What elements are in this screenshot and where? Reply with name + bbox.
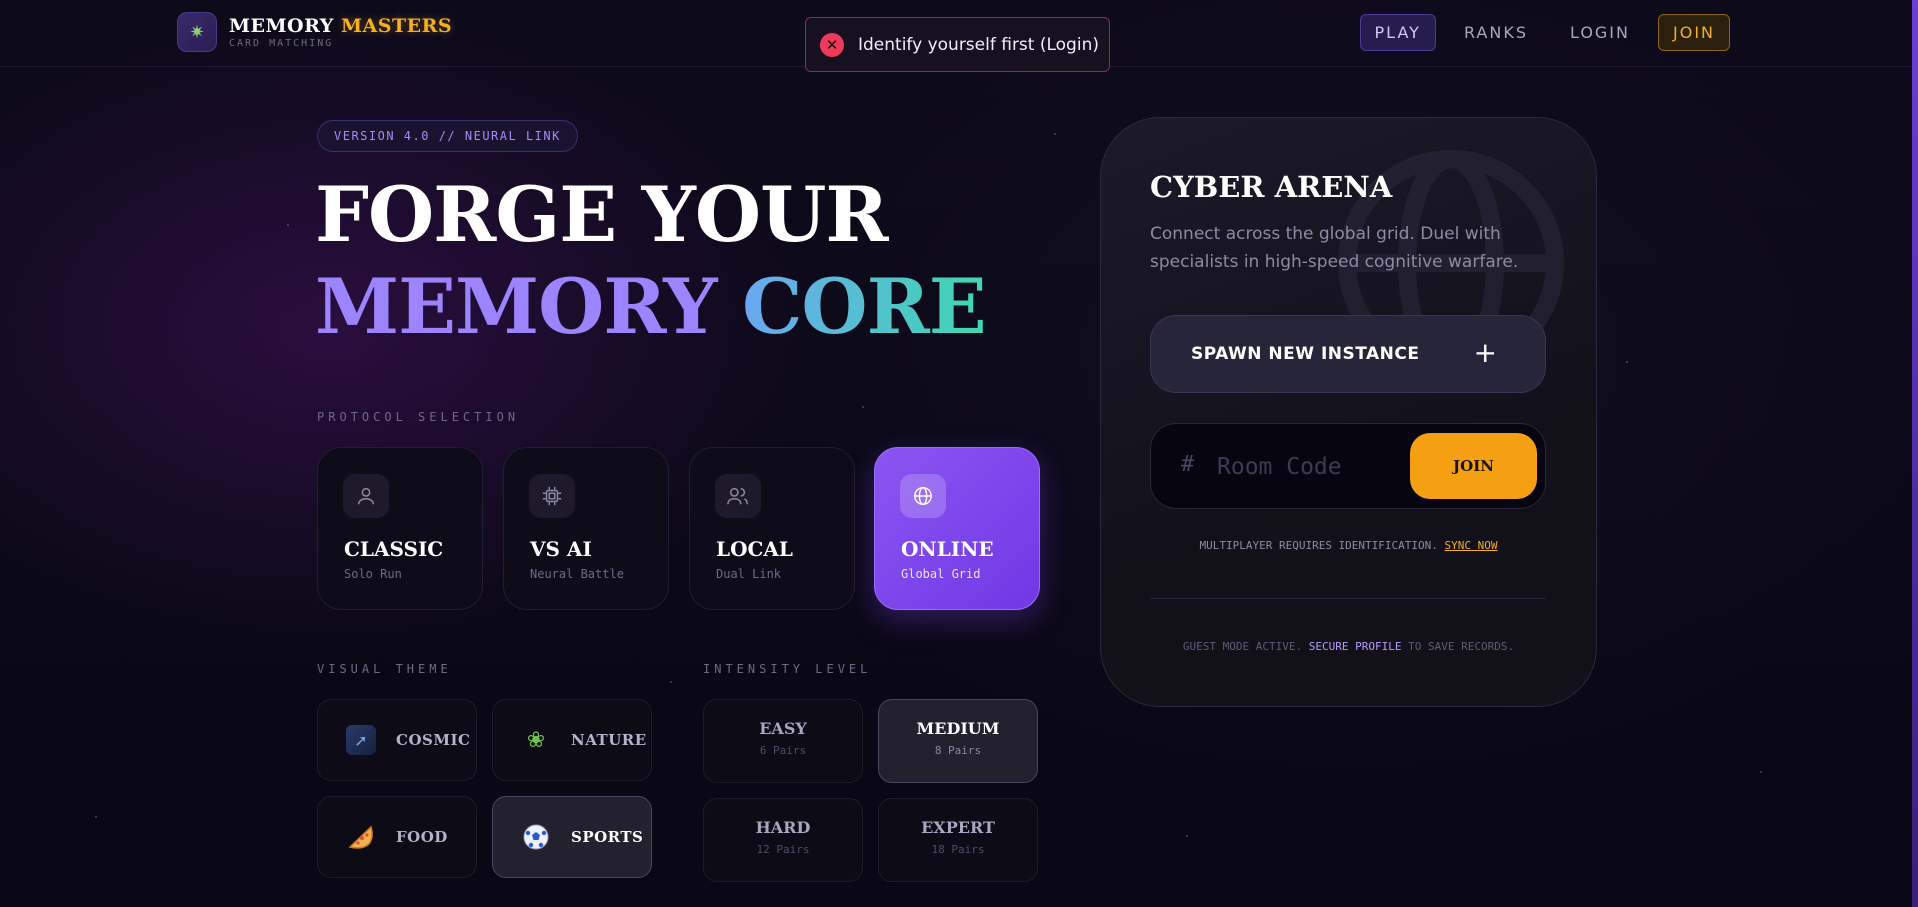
mode-card-classic[interactable]: CLASSIC Solo Run bbox=[317, 447, 483, 610]
puzzle-icon: ✷ bbox=[177, 12, 217, 52]
comet-icon: ➚ bbox=[346, 725, 376, 755]
star-decoration bbox=[1760, 771, 1762, 773]
nav-play[interactable]: PLAY bbox=[1359, 14, 1436, 51]
globe-icon bbox=[900, 474, 946, 518]
hero-title-line2: MEMORY CORE bbox=[315, 262, 987, 351]
pizza-icon bbox=[346, 822, 376, 852]
close-circle-icon[interactable]: ✕ bbox=[820, 32, 844, 57]
users-icon bbox=[715, 474, 761, 518]
star-decoration bbox=[95, 816, 97, 818]
brand[interactable]: ✷ MEMORY MASTERS CARD MATCHING bbox=[177, 12, 452, 52]
mode-card-vs-ai[interactable]: VS AI Neural Battle bbox=[503, 447, 669, 610]
mode-title: ONLINE bbox=[901, 537, 994, 561]
mode-subtitle: Global Grid bbox=[901, 567, 981, 581]
theme-card-food[interactable]: FOOD bbox=[317, 796, 477, 878]
hero-title-line1: FORGE YOUR bbox=[315, 170, 889, 259]
hero-word-core: CORE bbox=[741, 262, 987, 351]
plus-icon: + bbox=[1473, 336, 1497, 369]
room-code-group: # JOIN bbox=[1150, 423, 1546, 509]
level-subtitle: 8 Pairs bbox=[934, 744, 982, 757]
version-badge: VERSION 4.0 // NEURAL LINK bbox=[317, 120, 578, 152]
level-subtitle: 12 Pairs bbox=[756, 843, 810, 856]
arena-title: CYBER ARENA bbox=[1150, 170, 1393, 204]
intensity-label: INTENSITY LEVEL bbox=[703, 662, 872, 676]
level-title: EXPERT bbox=[921, 818, 995, 837]
level-card-expert[interactable]: EXPERT 18 Pairs bbox=[878, 798, 1038, 882]
level-card-easy[interactable]: EASY 6 Pairs bbox=[703, 699, 863, 783]
protocol-label: PROTOCOL SELECTION bbox=[317, 410, 520, 424]
mode-title: CLASSIC bbox=[344, 537, 444, 561]
theme-label: SPORTS bbox=[571, 828, 644, 846]
level-title: EASY bbox=[759, 719, 807, 738]
sync-now-link[interactable]: SYNC NOW bbox=[1445, 539, 1498, 552]
mode-subtitle: Solo Run bbox=[344, 567, 402, 581]
spawn-label: SPAWN NEW INSTANCE bbox=[1191, 344, 1420, 364]
nav-login[interactable]: LOGIN bbox=[1556, 15, 1644, 50]
level-card-medium[interactable]: MEDIUM 8 Pairs bbox=[878, 699, 1038, 783]
level-title: MEDIUM bbox=[916, 719, 1000, 738]
room-code-input[interactable] bbox=[1217, 444, 1367, 490]
star-decoration bbox=[287, 224, 289, 226]
mode-card-online[interactable]: ONLINE Global Grid bbox=[874, 447, 1040, 610]
level-subtitle: 18 Pairs bbox=[931, 843, 985, 856]
soccer-ball-icon bbox=[521, 822, 551, 852]
arena-description: Connect across the global grid. Duel wit… bbox=[1150, 224, 1519, 272]
mode-title: LOCAL bbox=[716, 537, 793, 561]
guest-mode-note: GUEST MODE ACTIVE. SECURE PROFILE TO SAV… bbox=[1182, 640, 1515, 653]
brand-title: MEMORY MASTERS bbox=[229, 14, 453, 37]
user-icon bbox=[343, 474, 389, 518]
visual-theme-label: VISUAL THEME bbox=[317, 662, 452, 676]
star-decoration bbox=[1626, 361, 1628, 363]
mode-card-local[interactable]: LOCAL Dual Link bbox=[689, 447, 855, 610]
theme-label: COSMIC bbox=[396, 731, 471, 749]
multiplayer-note: MULTIPLAYER REQUIRES IDENTIFICATION. SYN… bbox=[1199, 539, 1498, 552]
secure-profile-link[interactable]: SECURE PROFILE bbox=[1309, 640, 1402, 653]
cpu-icon bbox=[529, 474, 575, 518]
star-decoration bbox=[1054, 133, 1056, 135]
join-room-button[interactable]: JOIN bbox=[1410, 433, 1537, 499]
mode-subtitle: Dual Link bbox=[716, 567, 782, 581]
theme-label: FOOD bbox=[396, 828, 448, 846]
herb-icon: ❀ bbox=[526, 727, 546, 753]
brand-subtitle: CARD MATCHING bbox=[229, 37, 334, 49]
page-edge-accent bbox=[1912, 0, 1918, 907]
star-decoration bbox=[1186, 835, 1188, 837]
nav-links: PLAY RANKS LOGIN JOIN bbox=[1346, 14, 1730, 51]
spawn-instance-button[interactable]: SPAWN NEW INSTANCE + bbox=[1150, 315, 1546, 393]
level-title: HARD bbox=[755, 818, 811, 837]
star-decoration bbox=[670, 681, 672, 683]
level-subtitle: 6 Pairs bbox=[759, 744, 807, 757]
level-card-hard[interactable]: HARD 12 Pairs bbox=[703, 798, 863, 882]
nav-ranks[interactable]: RANKS bbox=[1450, 15, 1542, 50]
theme-card-cosmic[interactable]: ➚ COSMIC bbox=[317, 699, 477, 781]
mode-subtitle: Neural Battle bbox=[530, 567, 624, 581]
star-decoration bbox=[862, 406, 864, 408]
hash-icon: # bbox=[1181, 452, 1195, 477]
hero-word-memory: MEMORY bbox=[315, 262, 717, 351]
nav-join-button[interactable]: JOIN bbox=[1658, 14, 1730, 51]
theme-card-sports[interactable]: SPORTS bbox=[492, 796, 652, 878]
toast-message: Identify yourself first (Login) bbox=[858, 34, 1099, 55]
error-toast[interactable]: ✕ Identify yourself first (Login) bbox=[805, 17, 1110, 72]
divider bbox=[1150, 598, 1546, 599]
mode-title: VS AI bbox=[530, 537, 592, 561]
cyber-arena-panel: CYBER ARENA Connect across the global gr… bbox=[1100, 117, 1597, 707]
theme-label: NATURE bbox=[571, 731, 647, 749]
theme-card-nature[interactable]: ❀ NATURE bbox=[492, 699, 652, 781]
